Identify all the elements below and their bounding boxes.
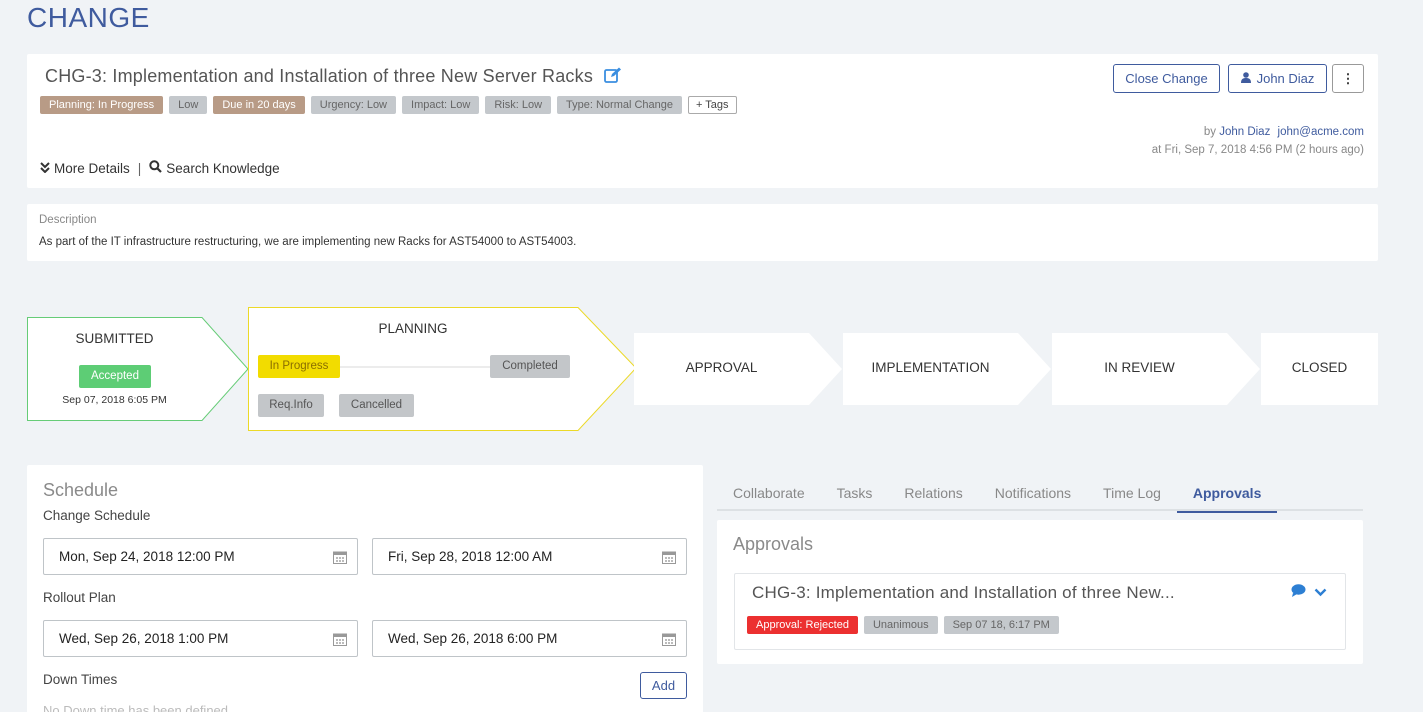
stage-approval[interactable]: APPROVAL [634,333,843,405]
stage-in-review-label: IN REVIEW [1104,360,1175,375]
stage-implementation-label: IMPLEMENTATION [871,360,990,375]
ticket-header-card: CHG-3: Implementation and Installation o… [27,54,1378,188]
calendar-icon[interactable] [333,550,347,567]
rollout-start-input[interactable]: Wed, Sep 26, 2018 1:00 PM [43,620,358,657]
comment-icon[interactable] [1291,584,1306,602]
tab-approvals[interactable]: Approvals [1176,474,1278,513]
change-start-value: Mon, Sep 24, 2018 12:00 PM [59,549,235,564]
ticket-title: CHG-3: Implementation and Installation o… [45,66,622,88]
urgency-badge: Urgency: Low [310,96,397,114]
calendar-icon[interactable] [333,632,347,649]
planning-in-progress-button[interactable]: In Progress [258,355,340,378]
approvals-card: Approvals CHG-3: Implementation and Inst… [717,520,1363,664]
tab-collaborate[interactable]: Collaborate [717,474,821,511]
risk-badge: Risk: Low [485,96,552,114]
more-actions-icon[interactable]: ⋮ [1332,64,1364,93]
priority-badge: Low [169,96,208,114]
stage-submitted-status: Accepted [79,365,151,388]
stage-submitted[interactable]: SUBMITTED Accepted Sep 07, 2018 6:05 PM [27,317,249,421]
add-tags-button[interactable]: + Tags [688,96,737,114]
owner-button[interactable]: John Diaz [1228,64,1327,93]
created-by-label: by [1203,126,1216,138]
user-icon [1240,71,1251,86]
created-by: by John Diaz john@acme.com [1204,126,1364,138]
approval-type-badge: Unanimous [863,616,938,634]
impact-badge: Impact: Low [402,96,480,114]
search-icon [149,160,163,176]
rollout-end-input[interactable]: Wed, Sep 26, 2018 6:00 PM [372,620,687,657]
tab-time-log[interactable]: Time Log [1087,474,1177,511]
created-by-email-link[interactable]: john@acme.com [1278,126,1364,138]
planning-req-info-button[interactable]: Req.Info [258,394,324,417]
approval-date-badge: Sep 07 18, 6:17 PM [943,616,1059,634]
stage-closed[interactable]: CLOSED [1261,333,1378,405]
schedule-card: Schedule Change Schedule Mon, Sep 24, 20… [27,465,703,712]
double-chevron-down-icon [40,161,50,176]
schedule-title: Schedule [43,480,119,500]
stage-planning-label: PLANNING [378,321,448,336]
due-badge: Due in 20 days [213,96,305,114]
change-end-value: Fri, Sep 28, 2018 12:00 AM [388,549,553,564]
approval-item[interactable]: CHG-3: Implementation and Installation o… [734,573,1346,650]
more-details-link[interactable]: More Details [54,161,130,176]
approval-item-title: CHG-3: Implementation and Installation o… [752,583,1175,602]
planning-cancelled-button[interactable]: Cancelled [339,394,414,417]
description-text: As part of the IT infrastructure restruc… [39,236,577,248]
description-card: Description As part of the IT infrastruc… [27,204,1378,261]
link-separator: | [137,160,142,176]
tab-relations[interactable]: Relations [888,474,978,511]
description-label: Description [39,214,97,226]
calendar-icon[interactable] [662,632,676,649]
approval-status-badge: Approval: Rejected [747,616,858,634]
ticket-badges: Planning: In Progress Low Due in 20 days… [40,96,737,114]
change-end-input[interactable]: Fri, Sep 28, 2018 12:00 AM [372,538,687,575]
stage-closed-label: CLOSED [1291,360,1348,375]
change-schedule-label: Change Schedule [43,508,151,523]
stage-implementation[interactable]: IMPLEMENTATION [843,333,1052,405]
created-at: at Fri, Sep 7, 2018 4:56 PM (2 hours ago… [1151,144,1364,156]
rollout-start-value: Wed, Sep 26, 2018 1:00 PM [59,631,229,646]
page-title: CHANGE [27,2,150,33]
status-badge: Planning: In Progress [40,96,164,114]
stage-in-review[interactable]: IN REVIEW [1052,333,1261,405]
created-by-user-link[interactable]: John Diaz [1219,126,1270,138]
downtimes-empty-text: No Down time has been defined [43,703,229,712]
add-downtime-button[interactable]: Add [640,672,687,699]
change-start-input[interactable]: Mon, Sep 24, 2018 12:00 PM [43,538,358,575]
calendar-icon[interactable] [662,550,676,567]
detail-links: More Details | Search Knowledge [40,160,280,176]
type-badge: Type: Normal Change [557,96,683,114]
search-knowledge-link[interactable]: Search Knowledge [166,161,279,176]
approval-item-actions [1291,584,1327,602]
chevron-down-icon[interactable] [1314,584,1327,602]
tab-notifications[interactable]: Notifications [979,474,1087,511]
tab-tasks[interactable]: Tasks [821,474,889,511]
rollout-plan-label: Rollout Plan [43,590,116,605]
down-times-label: Down Times [43,672,118,687]
stage-approval-label: APPROVAL [685,360,758,375]
owner-name: John Diaz [1256,71,1315,86]
stage-submitted-label: SUBMITTED [75,331,154,346]
planning-completed-button[interactable]: Completed [490,355,570,378]
ticket-title-text: CHG-3: Implementation and Installation o… [45,66,594,86]
approval-item-badges: Approval: Rejected Unanimous Sep 07 18, … [747,616,1059,634]
stage-planning[interactable]: PLANNING In Progress Completed Req.Info … [248,307,637,431]
edit-icon[interactable] [604,67,622,88]
close-change-button[interactable]: Close Change [1113,64,1220,93]
rollout-end-value: Wed, Sep 26, 2018 6:00 PM [388,631,558,646]
approvals-title: Approvals [733,534,814,554]
stage-submitted-date: Sep 07, 2018 6:05 PM [62,394,167,406]
detail-tabs: Collaborate Tasks Relations Notification… [717,474,1363,513]
